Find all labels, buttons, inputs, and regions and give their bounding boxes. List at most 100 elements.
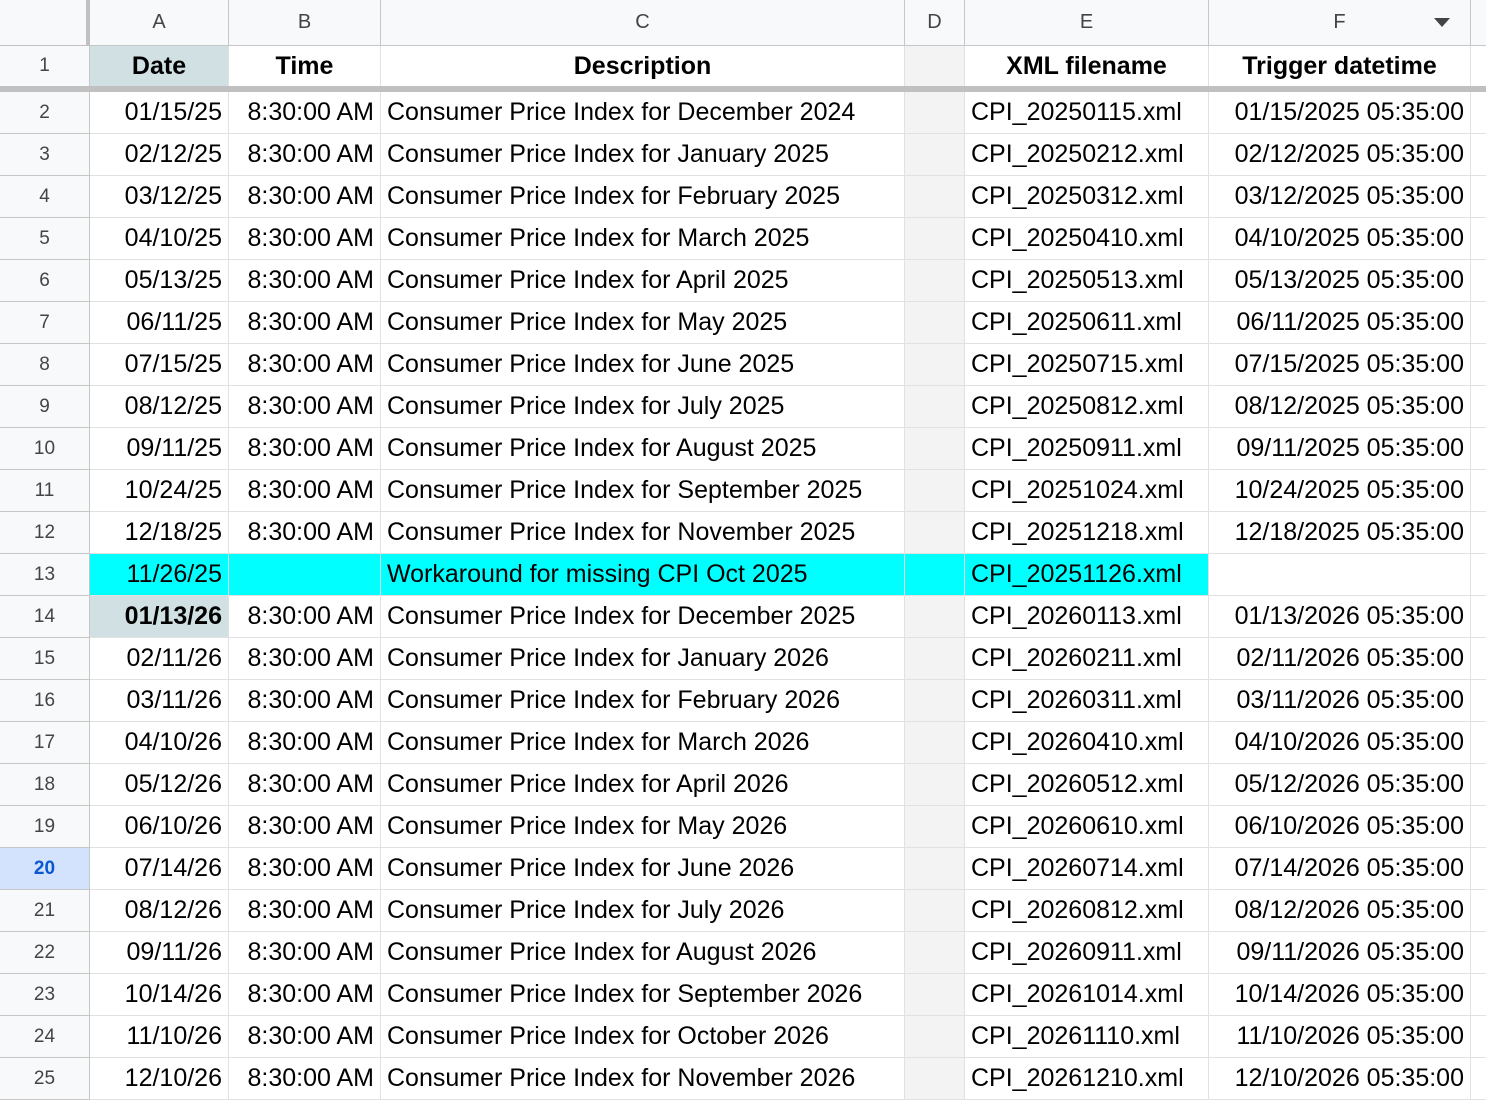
cell-trigger-datetime[interactable]: 04/10/2026 05:35:00 [1209,722,1471,764]
cell-xml-filename[interactable]: CPI_20261014.xml [965,974,1209,1016]
cell-description[interactable]: Consumer Price Index for March 2026 [381,722,905,764]
cell-date[interactable]: 01/15/25 [90,92,229,134]
cell-d[interactable] [905,974,965,1016]
cell-date[interactable]: 01/13/26 [90,596,229,638]
cell-d[interactable] [905,764,965,806]
cell-date[interactable]: 10/24/25 [90,470,229,512]
cell-date[interactable]: 03/11/26 [90,680,229,722]
cell-time[interactable]: 8:30:00 AM [229,218,381,260]
cell-d[interactable] [905,92,965,134]
cell-description[interactable]: Consumer Price Index for April 2026 [381,764,905,806]
row-number[interactable]: 12 [0,512,90,554]
cell-description[interactable]: Consumer Price Index for February 2025 [381,176,905,218]
header-cell-d[interactable] [905,46,965,86]
cell-description[interactable]: Consumer Price Index for October 2026 [381,1016,905,1058]
header-cell-trigger-datetime[interactable]: Trigger datetime [1209,46,1471,86]
cell-d[interactable] [905,722,965,764]
row-number[interactable]: 4 [0,176,90,218]
cell-xml-filename[interactable]: CPI_20250911.xml [965,428,1209,470]
cell-trigger-datetime[interactable]: 11/10/2026 05:35:00 [1209,1016,1471,1058]
cell-time[interactable] [229,554,381,596]
cell-time[interactable]: 8:30:00 AM [229,428,381,470]
cell-time[interactable]: 8:30:00 AM [229,176,381,218]
row-number[interactable]: 6 [0,260,90,302]
cell-xml-filename[interactable]: CPI_20261210.xml [965,1058,1209,1100]
cell-description[interactable]: Consumer Price Index for September 2026 [381,974,905,1016]
cell-d[interactable] [905,302,965,344]
row-number[interactable]: 16 [0,680,90,722]
cell-description[interactable]: Consumer Price Index for December 2024 [381,92,905,134]
cell-d[interactable] [905,890,965,932]
cell-time[interactable]: 8:30:00 AM [229,344,381,386]
row-number[interactable]: 13 [0,554,90,596]
cell-description[interactable]: Consumer Price Index for May 2025 [381,302,905,344]
cell-time[interactable]: 8:30:00 AM [229,638,381,680]
column-header-e[interactable]: E [965,0,1209,46]
row-number[interactable]: 3 [0,134,90,176]
cell-date[interactable]: 12/18/25 [90,512,229,554]
row-number[interactable]: 19 [0,806,90,848]
cell-date[interactable]: 08/12/26 [90,890,229,932]
cell-date[interactable]: 04/10/25 [90,218,229,260]
cell-date[interactable]: 06/11/25 [90,302,229,344]
row-number[interactable]: 2 [0,92,90,134]
cell-trigger-datetime[interactable]: 05/12/2026 05:35:00 [1209,764,1471,806]
cell-trigger-datetime[interactable]: 12/18/2025 05:35:00 [1209,512,1471,554]
cell-date[interactable]: 05/12/26 [90,764,229,806]
row-number[interactable]: 5 [0,218,90,260]
header-cell-description[interactable]: Description [381,46,905,86]
cell-description[interactable]: Consumer Price Index for January 2025 [381,134,905,176]
cell-d[interactable] [905,512,965,554]
select-all-corner[interactable] [0,0,90,46]
cell-xml-filename[interactable]: CPI_20250312.xml [965,176,1209,218]
cell-date[interactable]: 07/15/25 [90,344,229,386]
row-number[interactable]: 9 [0,386,90,428]
cell-xml-filename[interactable]: CPI_20250212.xml [965,134,1209,176]
cell-description[interactable]: Consumer Price Index for June 2025 [381,344,905,386]
cell-xml-filename[interactable]: CPI_20250611.xml [965,302,1209,344]
cell-time[interactable]: 8:30:00 AM [229,806,381,848]
cell-description[interactable]: Consumer Price Index for December 2025 [381,596,905,638]
row-number[interactable]: 1 [0,46,90,86]
cell-time[interactable]: 8:30:00 AM [229,974,381,1016]
cell-date[interactable]: 09/11/26 [90,932,229,974]
cell-time[interactable]: 8:30:00 AM [229,722,381,764]
cell-xml-filename[interactable]: CPI_20260714.xml [965,848,1209,890]
cell-description[interactable]: Consumer Price Index for September 2025 [381,470,905,512]
cell-d[interactable] [905,1016,965,1058]
row-number[interactable]: 10 [0,428,90,470]
cell-d[interactable] [905,134,965,176]
cell-xml-filename[interactable]: CPI_20260812.xml [965,890,1209,932]
row-number[interactable]: 15 [0,638,90,680]
cell-trigger-datetime[interactable]: 01/15/2025 05:35:00 [1209,92,1471,134]
cell-xml-filename[interactable]: CPI_20250513.xml [965,260,1209,302]
cell-xml-filename[interactable]: CPI_20260311.xml [965,680,1209,722]
cell-trigger-datetime[interactable]: 09/11/2026 05:35:00 [1209,932,1471,974]
cell-time[interactable]: 8:30:00 AM [229,92,381,134]
cell-xml-filename[interactable]: CPI_20250115.xml [965,92,1209,134]
row-number[interactable]: 21 [0,890,90,932]
cell-description[interactable]: Consumer Price Index for June 2026 [381,848,905,890]
cell-trigger-datetime[interactable]: 05/13/2025 05:35:00 [1209,260,1471,302]
cell-date[interactable]: 03/12/25 [90,176,229,218]
cell-trigger-datetime[interactable]: 07/15/2025 05:35:00 [1209,344,1471,386]
cell-time[interactable]: 8:30:00 AM [229,512,381,554]
cell-xml-filename[interactable]: CPI_20251218.xml [965,512,1209,554]
cell-date[interactable]: 04/10/26 [90,722,229,764]
cell-time[interactable]: 8:30:00 AM [229,890,381,932]
cell-description[interactable]: Consumer Price Index for March 2025 [381,218,905,260]
cell-date[interactable]: 08/12/25 [90,386,229,428]
cell-d[interactable] [905,638,965,680]
cell-date[interactable]: 02/11/26 [90,638,229,680]
cell-d[interactable] [905,344,965,386]
cell-d[interactable] [905,806,965,848]
cell-xml-filename[interactable]: CPI_20250812.xml [965,386,1209,428]
cell-d[interactable] [905,470,965,512]
cell-description[interactable]: Workaround for missing CPI Oct 2025 [381,554,905,596]
row-number[interactable]: 14 [0,596,90,638]
header-cell-time[interactable]: Time [229,46,381,86]
cell-time[interactable]: 8:30:00 AM [229,1016,381,1058]
cell-date[interactable]: 06/10/26 [90,806,229,848]
cell-xml-filename[interactable]: CPI_20251024.xml [965,470,1209,512]
cell-xml-filename[interactable]: CPI_20250410.xml [965,218,1209,260]
